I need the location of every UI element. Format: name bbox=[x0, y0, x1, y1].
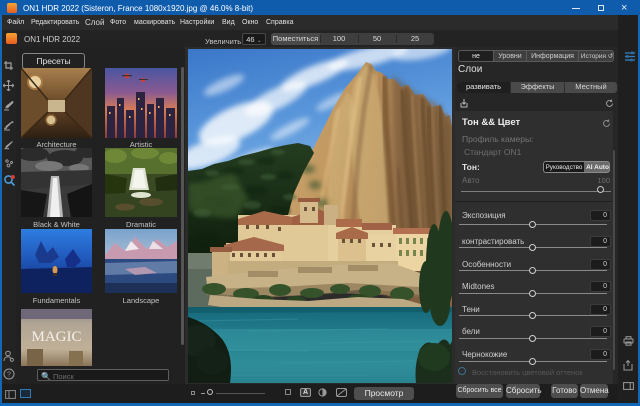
svg-text:MAGIC: MAGIC bbox=[31, 329, 81, 345]
svg-text:?: ? bbox=[7, 372, 11, 379]
